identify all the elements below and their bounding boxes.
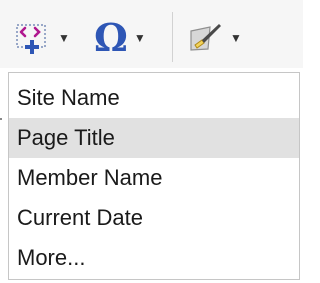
omega-icon: Ω [94,15,128,60]
menu-item-current-date[interactable]: Current Date [9,198,299,238]
paint-button[interactable]: ▼ [186,18,242,58]
symbol-button[interactable]: Ω ▼ [94,18,146,58]
menu-item-member-name[interactable]: Member Name [9,158,299,198]
insert-field-button[interactable]: ▼ [14,18,70,58]
editor-toolbar: ▼ Ω ▼ ▼ [0,0,303,68]
paint-dropdown-caret[interactable]: ▼ [230,32,242,44]
insert-field-dropdown-caret[interactable]: ▼ [58,32,70,44]
menu-item-page-title[interactable]: Page Title [9,118,299,158]
menu-item-more[interactable]: More... [9,238,299,278]
paintbrush-icon [186,19,224,57]
field-insert-menu: Site Name Page Title Member Name Current… [8,72,300,280]
symbol-dropdown-caret[interactable]: ▼ [134,32,146,44]
toolbar-separator [172,12,173,62]
menu-item-site-name[interactable]: Site Name [9,78,299,118]
edge-mark [0,118,2,120]
insert-field-icon [14,19,52,57]
